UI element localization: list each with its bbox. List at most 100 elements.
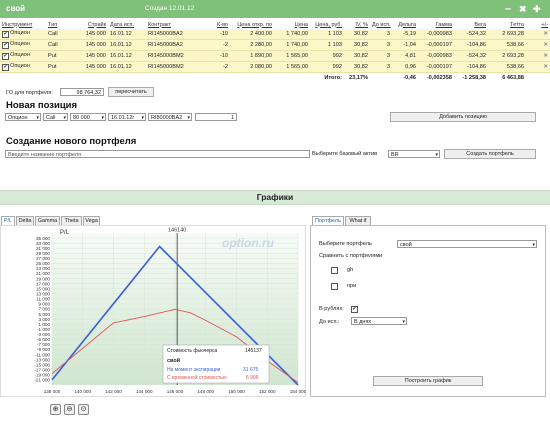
- date-select[interactable]: 16.01.12г: [108, 113, 146, 122]
- remove-row-icon[interactable]: ✕: [543, 31, 548, 37]
- column-header[interactable]: Цена откр. по: [230, 20, 274, 29]
- add-position-button[interactable]: Добавить позицию: [390, 112, 536, 122]
- close-icon[interactable]: ✖: [519, 3, 527, 15]
- cell-date: 16.01.12: [108, 29, 146, 40]
- column-header[interactable]: Тетта: [488, 20, 526, 29]
- cell-days: 3: [370, 39, 392, 51]
- instrument-select[interactable]: Опцион: [5, 113, 41, 122]
- x-tick-label: 148 000: [197, 389, 214, 394]
- column-header[interactable]: IV, %: [344, 20, 370, 29]
- tab-theta[interactable]: Theta: [61, 216, 82, 225]
- column-header[interactable]: Гамма: [418, 20, 454, 29]
- cell-date: 16.01.12: [108, 61, 146, 73]
- cell-theta: 2 693,28: [488, 50, 526, 62]
- to-expiration-select[interactable]: В днях: [351, 317, 407, 326]
- totals-pct: 23,17%: [344, 72, 370, 83]
- zoom-out-icon[interactable]: ⊖: [64, 404, 75, 415]
- column-header[interactable]: К-во: [202, 20, 230, 29]
- column-header[interactable]: Дата исп.: [108, 20, 146, 29]
- cell-type: Put: [46, 61, 74, 73]
- new-portfolio-title: Создание нового портфеля: [6, 136, 137, 147]
- compare-checkbox[interactable]: [331, 283, 338, 290]
- cell-gamma: -0,000983: [418, 29, 454, 40]
- to-expiration-label: До исп.:: [319, 319, 340, 325]
- portfolio-name-input[interactable]: Введите название портфеля: [5, 150, 310, 158]
- x-tick-label: 154 000: [290, 389, 306, 394]
- column-header[interactable]: Тип: [46, 20, 74, 29]
- cell-days: 3: [370, 29, 392, 40]
- type-select[interactable]: Call: [43, 113, 68, 122]
- zoom-in-icon[interactable]: ⊕: [50, 404, 61, 415]
- cell-contract: RI145000BA2: [146, 29, 202, 40]
- cell-date: 16.01.12: [108, 50, 146, 62]
- cell-instrument: Опцион: [10, 30, 30, 36]
- cell-delta: -5,19: [392, 29, 418, 40]
- cell-gamma: -0,000197: [418, 39, 454, 51]
- cell-date: 16.01.12: [108, 39, 146, 51]
- contract-select[interactable]: RI80000BA2: [148, 113, 192, 122]
- column-header[interactable]: Вега: [454, 20, 488, 29]
- cell-strike: 145 000: [74, 50, 108, 62]
- panel-tab-what-if[interactable]: What if: [345, 216, 371, 225]
- cell-delta: 0,96: [392, 61, 418, 73]
- remove-row-icon[interactable]: ✕: [543, 42, 548, 48]
- remove-row-icon[interactable]: ✕: [543, 64, 548, 70]
- tab-gamma[interactable]: Gamma: [35, 216, 60, 225]
- quantity-input[interactable]: 1: [195, 113, 237, 121]
- cell-gamma: -0,000197: [418, 61, 454, 73]
- column-header[interactable]: До исп.: [370, 20, 392, 29]
- cell-qty: -10: [202, 50, 230, 62]
- tab-vega[interactable]: Vega: [83, 216, 100, 225]
- row-checkbox[interactable]: ✔: [2, 31, 9, 38]
- row-checkbox[interactable]: ✔: [2, 64, 9, 71]
- portfolio-created: Создан 12.01.12: [145, 5, 195, 12]
- panel-tab-portfolio[interactable]: Портфель: [312, 216, 344, 225]
- compare-item-label: gh: [347, 267, 354, 273]
- cell-qty: -10: [202, 29, 230, 40]
- create-portfolio-button[interactable]: Создать портфель: [444, 149, 536, 159]
- cell-theta: 538,66: [488, 61, 526, 73]
- cell-theta: 538,66: [488, 39, 526, 51]
- tooltip-expiry-value: 31 675: [243, 367, 259, 373]
- tab-pl[interactable]: P/L: [1, 216, 15, 225]
- column-header[interactable]: Цена, руб.: [310, 20, 344, 29]
- rub-checkbox[interactable]: ✔: [351, 306, 358, 313]
- cursor-x-label: 146140: [168, 228, 186, 234]
- strike-select[interactable]: 80 000: [70, 113, 106, 122]
- cell-contract: RI145000BM2: [146, 50, 202, 62]
- cell-contract: RI145000BM2: [146, 61, 202, 73]
- pl-chart[interactable]: 35 00033 00031 00029 00027 00025 00023 0…: [0, 225, 306, 397]
- tooltip-time-label: С временной стоимостью: [167, 374, 227, 381]
- cell-price-rub: 1 103: [310, 39, 344, 51]
- cell-price: 1 565,00: [274, 61, 310, 73]
- column-header[interactable]: Страйк: [74, 20, 108, 29]
- base-asset-select[interactable]: BR: [388, 150, 440, 159]
- column-header[interactable]: +/-: [526, 20, 550, 29]
- zoom-reset-icon[interactable]: ⊙: [78, 404, 89, 415]
- column-header[interactable]: Цена: [274, 20, 310, 29]
- table-row: ✔ Опцион Put 145 000 16.01.12 RI145000BM2 -10 1…: [0, 50, 550, 62]
- cell-qty: -2: [202, 39, 230, 51]
- x-tick-label: 140 000: [74, 389, 91, 394]
- cell-instrument: Опцион: [10, 52, 30, 58]
- tab-delta[interactable]: Delta: [16, 216, 34, 225]
- choose-portfolio-select[interactable]: свой: [397, 240, 537, 249]
- minimize-icon[interactable]: –: [505, 3, 511, 15]
- x-tick-label: 144 000: [136, 389, 153, 394]
- base-asset-label: Выберите базовый актив: [312, 151, 378, 157]
- remove-row-icon[interactable]: ✕: [543, 53, 548, 59]
- row-checkbox[interactable]: ✔: [2, 53, 9, 60]
- column-header[interactable]: Контракт: [146, 20, 202, 29]
- compare-checkbox[interactable]: [331, 267, 338, 274]
- row-checkbox[interactable]: ✔: [2, 42, 9, 49]
- build-chart-button[interactable]: Построить график: [373, 376, 483, 386]
- table-row: ✔ Опцион Call 145 000 16.01.12 RI145000BA2 -10…: [0, 29, 550, 40]
- cell-price: 1 565,00: [274, 50, 310, 62]
- chart-tooltip: Стоимость фьючерса 145137 свой На момент…: [162, 344, 270, 384]
- cell-price: 1 740,00: [274, 39, 310, 51]
- recalculate-button[interactable]: пересчитать: [108, 87, 154, 97]
- cell-price-rub: 1 103: [310, 29, 344, 40]
- add-icon[interactable]: ✚: [533, 3, 541, 15]
- column-header[interactable]: Инструмент: [0, 20, 46, 29]
- column-header[interactable]: Дельта: [392, 20, 418, 29]
